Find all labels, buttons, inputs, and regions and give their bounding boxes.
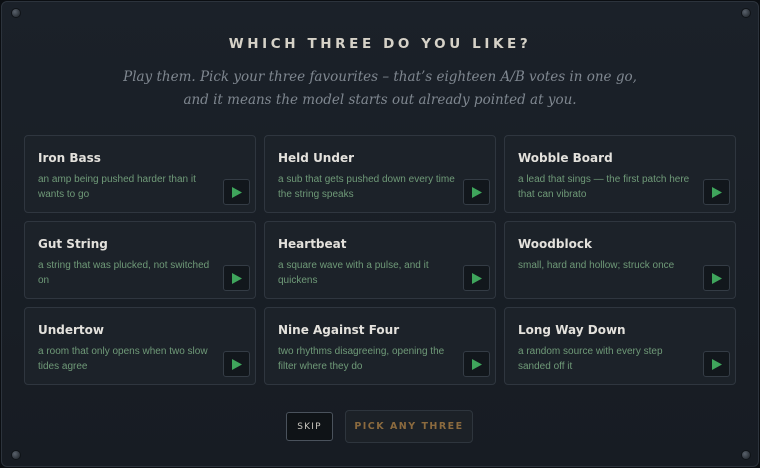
sound-description: a string that was plucked, not switched … <box>38 260 210 286</box>
play-icon <box>711 272 722 284</box>
play-button[interactable] <box>703 179 730 205</box>
skip-button[interactable]: SKIP <box>286 412 333 441</box>
sound-name: Gut String <box>38 237 108 251</box>
page-subtitle: Play them. Pick your three favourites – … <box>0 66 760 112</box>
pick-any-three-button[interactable]: PICK ANY THREE <box>345 410 473 443</box>
play-button[interactable] <box>463 351 490 377</box>
play-icon <box>711 186 722 198</box>
play-icon <box>471 186 482 198</box>
subtitle-line-1: Play them. Pick your three favourites – … <box>123 69 637 85</box>
sound-description: small, hard and hollow; struck once <box>518 260 675 271</box>
play-button[interactable] <box>223 351 250 377</box>
sound-name: Wobble Board <box>518 151 613 165</box>
sound-grid: Iron Bass an amp being pushed harder tha… <box>24 135 736 385</box>
sound-card-gut-string[interactable]: Gut String a string that was plucked, no… <box>24 221 256 299</box>
play-button[interactable] <box>703 351 730 377</box>
play-button[interactable] <box>223 265 250 291</box>
play-button[interactable] <box>463 179 490 205</box>
play-button[interactable] <box>463 265 490 291</box>
sound-card-held-under[interactable]: Held Under a sub that gets pushed down e… <box>264 135 496 213</box>
sound-description: a sub that gets pushed down every time t… <box>278 174 455 200</box>
sound-card-wobble-board[interactable]: Wobble Board a lead that sings — the fir… <box>504 135 736 213</box>
play-icon <box>231 272 242 284</box>
sound-card-undertow[interactable]: Undertow a room that only opens when two… <box>24 307 256 385</box>
sound-description: an amp being pushed harder than it wants… <box>38 174 196 200</box>
sound-description: a square wave with a pulse, and it quick… <box>278 260 429 286</box>
sound-card-iron-bass[interactable]: Iron Bass an amp being pushed harder tha… <box>24 135 256 213</box>
sound-name: Held Under <box>278 151 354 165</box>
sound-name: Undertow <box>38 323 104 337</box>
sound-name: Nine Against Four <box>278 323 400 337</box>
play-button[interactable] <box>703 265 730 291</box>
play-icon <box>231 186 242 198</box>
sound-card-woodblock[interactable]: Woodblock small, hard and hollow; struck… <box>504 221 736 299</box>
sound-name: Heartbeat <box>278 237 347 251</box>
sound-card-heartbeat[interactable]: Heartbeat a square wave with a pulse, an… <box>264 221 496 299</box>
sound-name: Woodblock <box>518 237 592 251</box>
sound-description: a room that only opens when two slow tid… <box>38 346 208 372</box>
sound-card-long-way-down[interactable]: Long Way Down a random source with every… <box>504 307 736 385</box>
sound-name: Iron Bass <box>38 151 101 165</box>
sound-card-nine-against-four[interactable]: Nine Against Four two rhythms disagreein… <box>264 307 496 385</box>
screw-top-right <box>742 9 750 17</box>
sound-name: Long Way Down <box>518 323 626 337</box>
screw-bottom-left <box>12 451 20 459</box>
play-icon <box>711 358 722 370</box>
subtitle-line-2: and it means the model starts out alread… <box>183 92 577 108</box>
screw-bottom-right <box>742 451 750 459</box>
sound-description: two rhythms disagreeing, opening the fil… <box>278 346 445 372</box>
play-button[interactable] <box>223 179 250 205</box>
sound-description: a lead that sings — the first patch here… <box>518 174 690 200</box>
play-icon <box>471 272 482 284</box>
play-icon <box>471 358 482 370</box>
play-icon <box>231 358 242 370</box>
sound-description: a random source with every step sanded o… <box>518 346 663 372</box>
screw-top-left <box>12 9 20 17</box>
page-title: WHICH THREE DO YOU LIKE? <box>228 36 532 52</box>
